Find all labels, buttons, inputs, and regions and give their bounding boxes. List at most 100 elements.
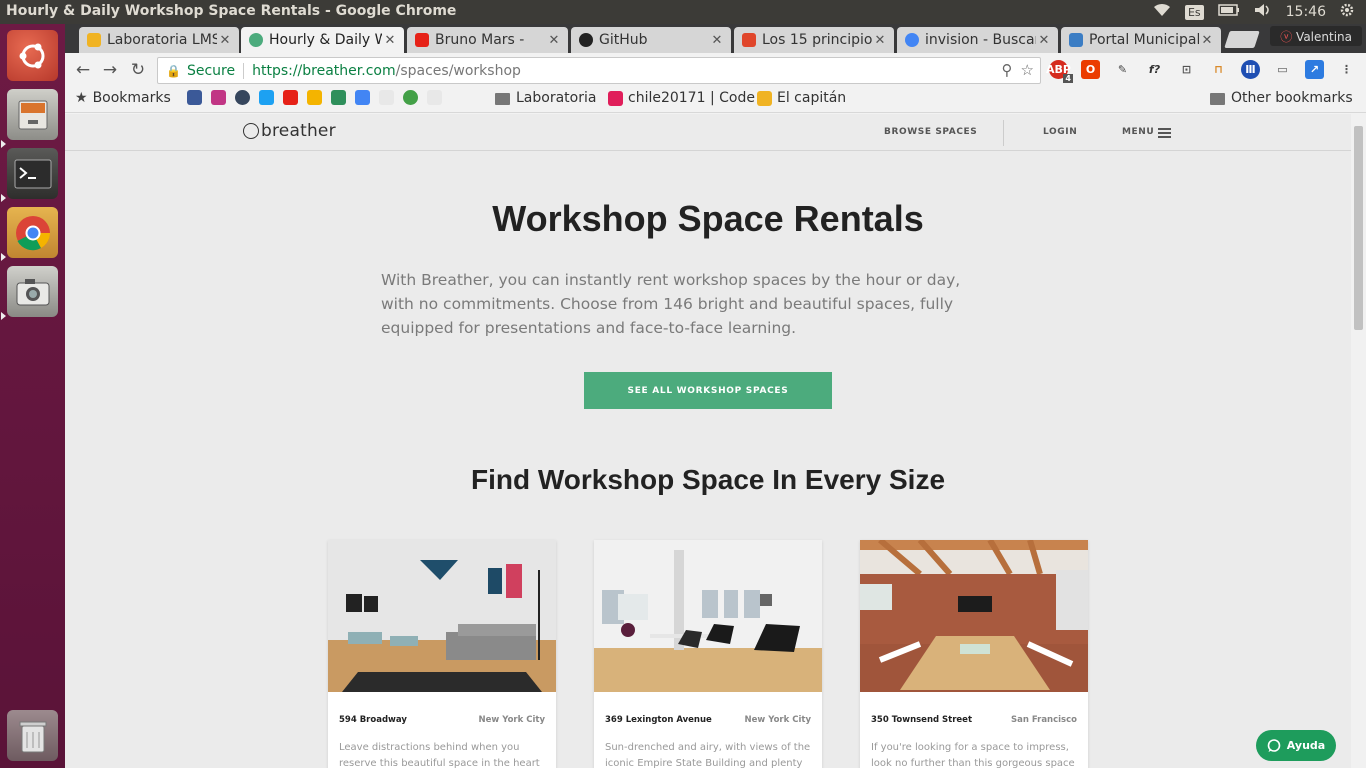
adblock-plus-icon[interactable]: ABP 4 bbox=[1046, 60, 1073, 83]
volume-icon[interactable] bbox=[1254, 3, 1272, 21]
tab-github[interactable]: GitHub ✕ bbox=[571, 27, 731, 53]
battery-icon[interactable] bbox=[1217, 4, 1240, 20]
cast-icon[interactable]: ⊡ bbox=[1177, 60, 1196, 79]
youtube-favicon-icon bbox=[415, 33, 429, 47]
font-finder-icon[interactable]: f? bbox=[1145, 60, 1164, 79]
code-icon bbox=[757, 90, 772, 106]
twitter-icon[interactable] bbox=[259, 90, 274, 105]
space-photo[interactable] bbox=[594, 540, 822, 692]
bookmark-folder-laboratoria[interactable]: Laboratoria bbox=[495, 90, 596, 106]
window-resizer-icon[interactable]: ▭ bbox=[1273, 60, 1292, 79]
eyedropper-icon[interactable]: ✎ bbox=[1113, 60, 1132, 79]
space-city: San Francisco bbox=[1011, 715, 1077, 725]
zoom-search-icon[interactable]: ⚲ bbox=[1002, 61, 1013, 79]
tab-close-icon[interactable]: ✕ bbox=[872, 33, 888, 48]
help-chat-button[interactable]: Ayuda bbox=[1256, 730, 1336, 761]
scrollbar-thumb[interactable] bbox=[1354, 126, 1363, 330]
tab-breather[interactable]: Hourly & Daily Workshop ✕ bbox=[241, 27, 404, 53]
office-icon[interactable]: O bbox=[1081, 60, 1100, 79]
bookmark-chile20171[interactable]: chile20171 | Code bbox=[608, 90, 755, 106]
browse-spaces-link[interactable]: BROWSE SPACES bbox=[884, 127, 977, 137]
omnibox-separator bbox=[243, 62, 245, 79]
tab-laboratoria[interactable]: Laboratoria LMS ✕ bbox=[79, 27, 239, 53]
other-bookmarks-folder[interactable]: Other bookmarks bbox=[1210, 90, 1353, 106]
breather-logo[interactable]: breather bbox=[243, 121, 336, 141]
space-description: Leave distractions behind when you reser… bbox=[339, 742, 540, 768]
address-bar[interactable]: 🔒 Secure https://breather.com/spaces/wor… bbox=[157, 57, 1041, 84]
youtube-icon[interactable] bbox=[283, 90, 298, 105]
space-photo[interactable] bbox=[328, 540, 556, 692]
bookmarks-bar: ★ Bookmarks Laboratoria chile20171 | Code… bbox=[65, 87, 1366, 113]
instagram-icon[interactable] bbox=[211, 90, 226, 105]
url-host: https://breather.com bbox=[252, 62, 396, 79]
article-favicon-icon bbox=[742, 33, 756, 47]
files-launcher-button[interactable] bbox=[7, 89, 58, 140]
sync-icon[interactable] bbox=[331, 90, 346, 105]
space-card-369-lexington[interactable]: 369 Lexington Avenue New York City Sun-d… bbox=[594, 540, 822, 768]
hamburger-menu-icon[interactable] bbox=[1158, 128, 1171, 140]
menu-link[interactable]: MENU bbox=[1122, 127, 1154, 137]
ubuntu-logo-icon bbox=[19, 43, 44, 68]
wordreference-icon[interactable] bbox=[379, 90, 394, 105]
ankh-icon[interactable] bbox=[427, 90, 442, 105]
bookmarks-manager[interactable]: ★ Bookmarks bbox=[75, 90, 171, 106]
tab-close-icon[interactable]: ✕ bbox=[217, 33, 233, 48]
space-city: New York City bbox=[478, 715, 545, 725]
bookmark-app-icon[interactable] bbox=[307, 90, 322, 105]
terminal-launcher-button[interactable] bbox=[7, 148, 58, 199]
see-all-workshop-spaces-button[interactable]: SEE ALL WORKSHOP SPACES bbox=[584, 372, 832, 409]
tab-close-icon[interactable]: ✕ bbox=[382, 33, 398, 48]
tumblr-icon[interactable] bbox=[235, 90, 250, 105]
profile-button[interactable]: ⓥ Valentina bbox=[1270, 26, 1362, 46]
bookmark-label: Laboratoria bbox=[516, 90, 597, 106]
translate-icon[interactable] bbox=[355, 90, 370, 105]
tab-close-icon[interactable]: ✕ bbox=[1036, 33, 1052, 48]
space-address: 369 Lexington Avenue bbox=[605, 715, 712, 725]
screenshot-launcher-button[interactable] bbox=[7, 266, 58, 317]
trash-launcher-button[interactable] bbox=[7, 710, 58, 761]
tab-label: Laboratoria LMS bbox=[107, 32, 217, 48]
ubuntu-dash-button[interactable] bbox=[7, 30, 58, 81]
tab-close-icon[interactable]: ✕ bbox=[546, 33, 562, 48]
tracker-icon[interactable]: Ⅲ bbox=[1241, 60, 1260, 79]
bookmark-star-icon[interactable]: ☆ bbox=[1021, 61, 1034, 79]
url-path: /spaces/workshop bbox=[395, 62, 521, 79]
tab-portal-municipal[interactable]: Portal Municipal ✕ bbox=[1061, 27, 1221, 53]
tab-youtube[interactable]: Bruno Mars - ✕ bbox=[407, 27, 568, 53]
login-link[interactable]: LOGIN bbox=[1043, 127, 1077, 137]
forward-arrow-icon[interactable]: → bbox=[98, 58, 122, 82]
wifi-icon[interactable] bbox=[1153, 3, 1171, 21]
bookmark-el-capitan[interactable]: El capitán bbox=[757, 90, 846, 106]
evernote-icon[interactable] bbox=[403, 90, 418, 105]
back-arrow-icon[interactable]: ← bbox=[71, 58, 95, 82]
tab-close-icon[interactable]: ✕ bbox=[1199, 33, 1215, 48]
lock-icon: 🔒 bbox=[166, 63, 181, 78]
chrome-window: Laboratoria LMS ✕ Hourly & Daily Worksho… bbox=[65, 24, 1366, 768]
tab-google-search[interactable]: invision - Buscar ✕ bbox=[897, 27, 1058, 53]
camera-icon bbox=[16, 278, 49, 305]
hero-description: With Breather, you can instantly rent wo… bbox=[381, 271, 961, 337]
page-scrollbar[interactable] bbox=[1351, 114, 1366, 768]
star-icon: ★ bbox=[75, 90, 88, 106]
tab-close-icon[interactable]: ✕ bbox=[709, 33, 725, 48]
new-tab-button[interactable] bbox=[1224, 31, 1260, 48]
extensions-area: ABP 4 O ✎ f? ⊡ ⊓ Ⅲ ▭ ↗ ⋮ bbox=[1046, 60, 1356, 83]
chrome-launcher-button[interactable] bbox=[7, 207, 58, 258]
unity-launcher bbox=[0, 24, 65, 768]
clock[interactable]: 15:46 bbox=[1286, 4, 1326, 20]
space-card-594-broadway[interactable]: 594 Broadway New York City Leave distrac… bbox=[328, 540, 556, 768]
ruler-icon[interactable]: ⊓ bbox=[1209, 60, 1228, 79]
chrome-menu-icon[interactable]: ⋮ bbox=[1337, 60, 1356, 79]
shield-favicon-icon bbox=[1069, 33, 1083, 47]
reload-icon[interactable]: ↻ bbox=[126, 58, 150, 82]
keyboard-layout-indicator[interactable]: Es bbox=[1184, 4, 1204, 20]
space-photo[interactable] bbox=[860, 540, 1088, 692]
system-tray: Es 15:46 bbox=[1153, 3, 1354, 21]
space-card-350-townsend[interactable]: 350 Townsend Street San Francisco If you… bbox=[860, 540, 1088, 768]
folder-icon bbox=[495, 93, 510, 105]
tab-principios[interactable]: Los 15 principios ✕ bbox=[734, 27, 894, 53]
expand-arrow-icon[interactable]: ↗ bbox=[1305, 60, 1324, 79]
settings-gear-icon[interactable] bbox=[1340, 3, 1354, 21]
space-description: If you're looking for a space to impress… bbox=[871, 742, 1075, 768]
facebook-icon[interactable] bbox=[187, 90, 202, 105]
